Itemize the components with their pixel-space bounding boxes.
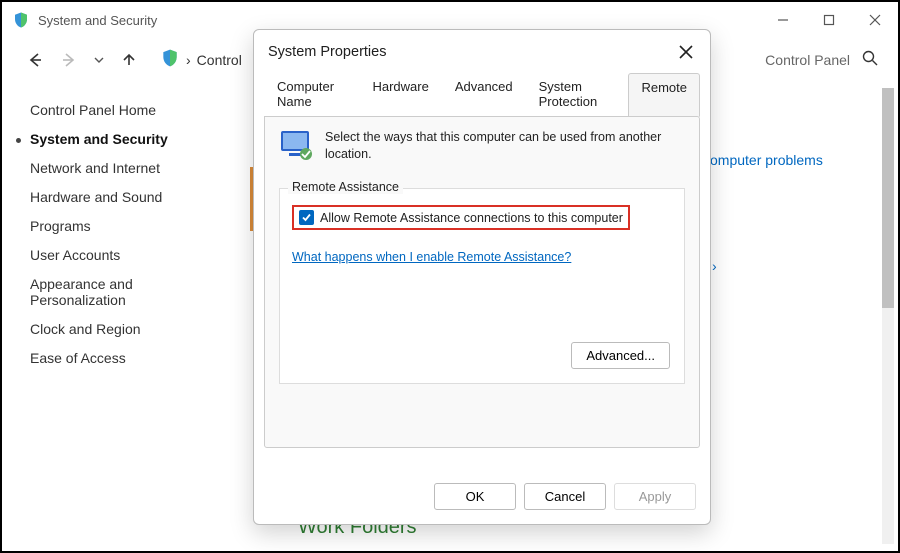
tab-hardware[interactable]: Hardware	[359, 72, 441, 116]
sidebar-item-appearance[interactable]: Appearance and Personalization	[30, 276, 180, 308]
tab-system-protection[interactable]: System Protection	[526, 72, 629, 116]
shield-icon	[160, 48, 180, 73]
checkbox-label: Allow Remote Assistance connections to t…	[320, 211, 623, 225]
intro-text: Select the ways that this computer can b…	[325, 129, 685, 168]
sidebar-item-hardware[interactable]: Hardware and Sound	[30, 189, 216, 205]
maximize-button[interactable]	[806, 2, 852, 38]
sidebar-item-accounts[interactable]: User Accounts	[30, 247, 216, 263]
back-button[interactable]	[22, 47, 48, 73]
close-icon[interactable]	[674, 40, 698, 64]
scrollbar-thumb[interactable]	[882, 88, 894, 308]
monitor-icon	[279, 129, 315, 168]
sidebar-item-system-security[interactable]: System and Security	[30, 131, 216, 147]
dialog-title: System Properties	[268, 44, 674, 60]
sidebar-item-ease[interactable]: Ease of Access	[30, 350, 216, 366]
tab-computer-name[interactable]: Computer Name	[264, 72, 359, 116]
remote-assistance-group: Remote Assistance Allow Remote Assistanc…	[279, 188, 685, 384]
window-title: System and Security	[38, 13, 760, 28]
breadcrumb-separator: ›	[186, 52, 191, 68]
sidebar: Control Panel Home System and Security N…	[2, 82, 230, 551]
close-button[interactable]	[852, 2, 898, 38]
chevron-right-icon: ›	[712, 258, 717, 274]
apply-button[interactable]: Apply	[614, 483, 696, 510]
system-properties-dialog: System Properties Computer Name Hardware…	[253, 29, 711, 525]
forward-button[interactable]	[56, 47, 82, 73]
tab-content-remote: Select the ways that this computer can b…	[264, 116, 700, 448]
chevron-down-icon[interactable]	[90, 47, 108, 73]
allow-remote-assistance-checkbox[interactable]	[299, 210, 314, 225]
ok-button[interactable]: OK	[434, 483, 516, 510]
group-label: Remote Assistance	[288, 180, 403, 194]
breadcrumb-item[interactable]: Control	[197, 52, 242, 68]
search-icon[interactable]	[862, 50, 878, 71]
tab-strip: Computer Name Hardware Advanced System P…	[254, 72, 710, 116]
cancel-button[interactable]: Cancel	[524, 483, 606, 510]
minimize-button[interactable]	[760, 2, 806, 38]
sidebar-item-home[interactable]: Control Panel Home	[30, 102, 216, 118]
search-placeholder[interactable]: Control Panel	[765, 52, 850, 68]
sidebar-item-network[interactable]: Network and Internet	[30, 160, 216, 176]
help-link[interactable]: What happens when I enable Remote Assist…	[292, 250, 672, 264]
shield-icon	[12, 11, 30, 29]
sidebar-item-clock[interactable]: Clock and Region	[30, 321, 216, 337]
up-button[interactable]	[116, 47, 142, 73]
highlight-annotation: Allow Remote Assistance connections to t…	[292, 205, 630, 230]
advanced-button[interactable]: Advanced...	[571, 342, 670, 369]
tab-remote[interactable]: Remote	[628, 73, 700, 117]
content-link-partial[interactable]: omputer problems	[710, 152, 823, 168]
sidebar-item-programs[interactable]: Programs	[30, 218, 216, 234]
tab-advanced[interactable]: Advanced	[442, 72, 526, 116]
